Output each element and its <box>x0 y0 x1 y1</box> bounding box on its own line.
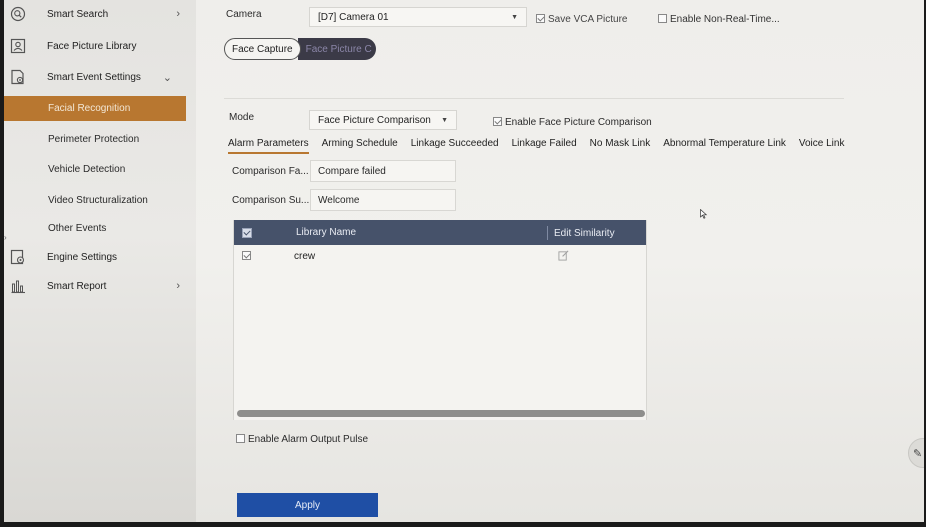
comparison-success-input[interactable]: Welcome <box>310 189 456 211</box>
sidebar-item-facial-recognition[interactable]: Facial Recognition <box>4 96 186 121</box>
sidebar-item-smart-search[interactable]: Smart Search › <box>4 2 186 26</box>
tab-abnormal-temperature-link[interactable]: Abnormal Temperature Link <box>663 138 786 154</box>
save-vca-label: Save VCA Picture <box>548 14 628 25</box>
chevron-down-icon: ⌄ <box>162 71 172 84</box>
column-library-name: Library Name <box>296 227 357 238</box>
caret-down-icon: ▼ <box>441 116 448 124</box>
apply-button[interactable]: Apply <box>237 493 378 517</box>
sidebar-item-label: Smart Report <box>47 280 107 292</box>
table-row[interactable]: crew <box>234 245 646 267</box>
column-separator <box>547 226 548 240</box>
search-icon <box>10 6 26 22</box>
sidebar: Smart Search › Face Picture Library Smar… <box>4 0 196 522</box>
tab-face-picture-comparison[interactable]: Face Picture C <box>297 38 376 60</box>
sidebar-item-label: Face Picture Library <box>47 40 137 52</box>
checkbox-icon <box>493 117 502 126</box>
chart-icon <box>10 278 26 294</box>
library-name-cell: crew <box>294 251 316 262</box>
sidebar-item-vehicle-detection[interactable]: Vehicle Detection <box>4 157 186 181</box>
camera-select[interactable]: [D7] Camera 01 ▼ <box>309 7 527 27</box>
tab-linkage-failed[interactable]: Linkage Failed <box>512 138 577 154</box>
divider <box>224 98 844 99</box>
table-header: Library Name Edit Similarity <box>234 220 646 245</box>
sidebar-item-label: Smart Event Settings <box>47 71 141 83</box>
camera-label: Camera <box>226 9 262 20</box>
event-settings-icon <box>10 69 26 85</box>
enable-face-comparison-label: Enable Face Picture Comparison <box>505 117 652 128</box>
sidebar-item-label: Facial Recognition <box>48 103 131 114</box>
alarm-output-pulse-label: Enable Alarm Output Pulse <box>248 434 369 445</box>
pen-icon: ✎ <box>913 448 923 460</box>
edit-icon[interactable] <box>558 250 569 261</box>
tab-face-capture[interactable]: Face Capture <box>224 38 301 60</box>
floating-assistant-button[interactable]: ✎ <box>908 438 924 468</box>
engine-settings-icon <box>10 249 26 265</box>
sidebar-item-label: Perimeter Protection <box>48 133 140 145</box>
library-table: Library Name Edit Similarity crew <box>233 220 647 420</box>
tab-voice-link[interactable]: Voice Link <box>799 138 845 154</box>
face-library-icon <box>10 38 26 54</box>
save-vca-checkbox[interactable]: Save VCA Picture <box>536 14 627 25</box>
tab-alarm-parameters[interactable]: Alarm Parameters <box>228 138 309 154</box>
sidebar-item-label: Vehicle Detection <box>48 163 126 175</box>
mode-tab-group: Face Capture Face Picture C <box>224 38 376 60</box>
row-checkbox[interactable] <box>242 251 251 260</box>
mouse-cursor-icon <box>700 209 708 219</box>
alarm-output-pulse-checkbox[interactable]: Enable Alarm Output Pulse <box>236 434 368 445</box>
sidebar-item-label: Video Structuralization <box>48 194 148 206</box>
sidebar-item-label: Smart Search <box>47 8 109 20</box>
non-realtime-label: Enable Non-Real-Time... <box>670 14 780 25</box>
screen: Smart Search › Face Picture Library Smar… <box>4 0 924 522</box>
mode-select[interactable]: Face Picture Comparison ▼ <box>309 110 457 130</box>
collapse-arrow-icon[interactable]: › <box>4 233 7 242</box>
sidebar-item-perimeter-protection[interactable]: Perimeter Protection <box>4 127 186 151</box>
checkbox-icon <box>658 14 667 23</box>
sidebar-item-label: Other Events <box>48 222 107 234</box>
checkbox-icon <box>236 434 245 443</box>
sidebar-item-engine-settings[interactable]: Engine Settings <box>4 245 186 269</box>
enable-face-comparison-checkbox[interactable]: Enable Face Picture Comparison <box>493 117 652 128</box>
settings-tabs: Alarm Parameters Arming Schedule Linkage… <box>228 138 857 154</box>
camera-select-value: [D7] Camera 01 <box>318 11 389 23</box>
tab-linkage-succeeded[interactable]: Linkage Succeeded <box>411 138 499 154</box>
checkbox-icon <box>536 14 545 23</box>
non-realtime-checkbox[interactable]: Enable Non-Real-Time... <box>658 14 780 25</box>
sidebar-item-smart-report[interactable]: Smart Report › <box>4 274 186 298</box>
select-all-checkbox[interactable] <box>242 228 252 238</box>
comparison-failed-label: Comparison Fa... <box>232 166 309 177</box>
sidebar-item-face-picture-library[interactable]: Face Picture Library <box>4 34 186 58</box>
comparison-failed-input[interactable]: Compare failed <box>310 160 456 182</box>
tab-arming-schedule[interactable]: Arming Schedule <box>322 138 398 154</box>
mode-select-value: Face Picture Comparison <box>318 114 431 126</box>
caret-down-icon: ▼ <box>511 13 518 21</box>
sidebar-item-label: Engine Settings <box>47 251 118 263</box>
sidebar-item-other-events[interactable]: Other Events <box>4 216 186 240</box>
chevron-right-icon: › <box>176 280 180 292</box>
main-panel: Camera [D7] Camera 01 ▼ Save VCA Picture… <box>196 0 924 522</box>
sidebar-item-smart-event-settings[interactable]: Smart Event Settings ⌄ <box>4 65 186 89</box>
comparison-success-label: Comparison Su... <box>232 195 310 206</box>
chevron-right-icon: › <box>176 8 180 20</box>
horizontal-scrollbar[interactable] <box>237 410 645 417</box>
mode-label: Mode <box>229 112 255 123</box>
tab-no-mask-link[interactable]: No Mask Link <box>590 138 651 154</box>
column-edit-similarity: Edit Similarity <box>554 228 615 239</box>
sidebar-item-video-structuralization[interactable]: Video Structuralization <box>4 188 186 212</box>
